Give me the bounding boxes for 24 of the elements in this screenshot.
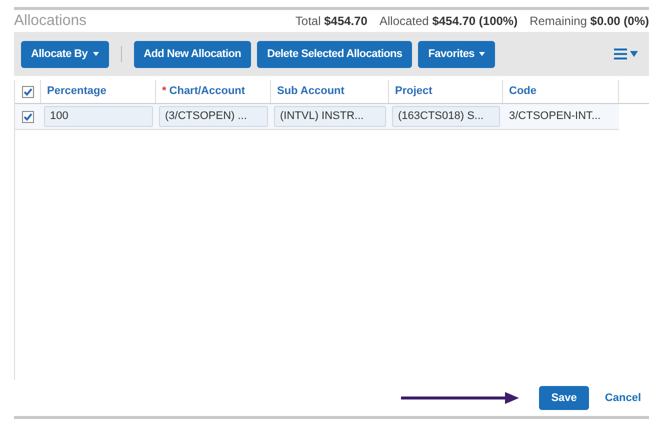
column-header[interactable]: * Chart/Account <box>156 80 271 103</box>
toolbar-button[interactable]: Delete Selected Allocations <box>257 40 412 68</box>
menu-icon[interactable] <box>614 48 638 60</box>
toolbar-button[interactable]: Favorites <box>418 40 496 68</box>
summary-text: Allocated $454.70 (100%) <box>379 13 518 30</box>
column-header[interactable]: Code <box>503 80 619 103</box>
input-field[interactable]: (INTVL) INSTR... <box>274 106 386 127</box>
column-header[interactable]: Project <box>389 80 503 103</box>
table-cell-text: 3/CTSOPEN-INT... <box>508 109 602 124</box>
arrow-icon <box>401 391 520 405</box>
input-field[interactable]: (3/CTSOPEN) ... <box>159 106 268 127</box>
column-header[interactable]: Sub Account <box>271 80 389 103</box>
panel-title: Allocations <box>14 10 88 31</box>
cancel-link[interactable]: Cancel <box>600 390 645 406</box>
column-header[interactable]: Percentage <box>41 80 156 103</box>
summary-text: Total $454.70 <box>295 13 368 30</box>
summary-text: Remaining $0.00 (0%) <box>530 13 649 30</box>
input-field[interactable]: 100 <box>44 106 153 127</box>
toolbar-button[interactable]: Allocate By <box>21 40 109 68</box>
save-button[interactable]: Save <box>539 386 589 410</box>
checkbox[interactable] <box>22 86 34 98</box>
toolbar-button[interactable]: Add New Allocation <box>134 40 252 68</box>
input-field[interactable]: (163CTS018) S... <box>392 106 500 127</box>
checkbox[interactable] <box>22 110 34 122</box>
